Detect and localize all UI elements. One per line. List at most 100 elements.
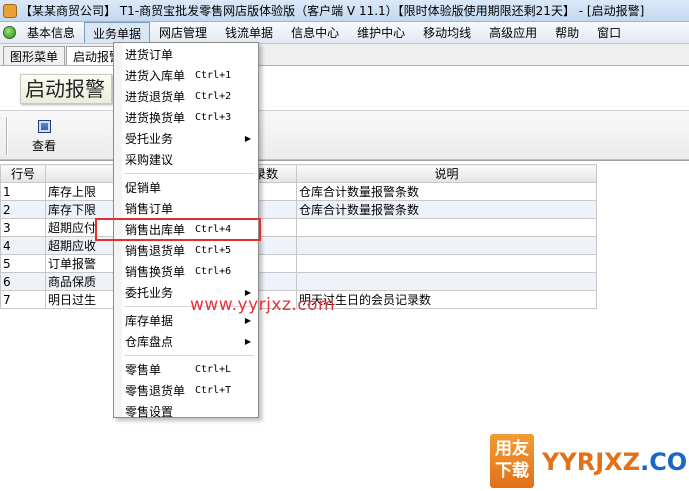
menu-item-sales-exchange[interactable]: 销售换货单 Ctrl+6 (114, 261, 258, 282)
row-description: 明天过生日的会员记录数 (296, 290, 597, 309)
row-name: 商品保质 (45, 272, 120, 291)
logo-wordmark: YYRJXZ.COM (542, 448, 689, 476)
menu-item-purchase-return[interactable]: 进货退货单 Ctrl+2 (114, 86, 258, 107)
menu-item-shortcut: Ctrl+5 (195, 245, 232, 256)
menu-maintenance[interactable]: 维护中心 (348, 22, 414, 43)
menu-item-label: 委托业务 (125, 286, 174, 300)
view-button[interactable]: 查看 (22, 115, 66, 157)
menu-item-label: 进货入库单 (125, 69, 186, 83)
menu-item-label: 采购建议 (125, 153, 174, 167)
menu-item-shortcut: Ctrl+T (195, 385, 232, 396)
app-icon (3, 3, 17, 18)
col-header-description[interactable]: 说明 (296, 164, 597, 183)
table-row[interactable]: 1 库存上限 仓库合计数量报警条数 (0, 182, 597, 201)
view-icon (37, 120, 51, 133)
menu-item-shortcut: Ctrl+L (195, 364, 232, 375)
menu-bar: 基本信息 业务单据 网店管理 钱流单据 信息中心 维护中心 移动均线 高级应用 … (0, 22, 689, 44)
view-button-label: 查看 (31, 139, 56, 153)
business-docs-dropdown: 进货订单 进货入库单 Ctrl+1 进货退货单 Ctrl+2 进货换货单 Ctrl+3… (95, 42, 261, 419)
menu-item-retail-return[interactable]: 零售退货单 Ctrl+T (114, 380, 258, 401)
menu-cash-docs[interactable]: 钱流单据 (216, 22, 282, 43)
menu-item-shortcut: Ctrl+1 (195, 70, 232, 81)
menu-item-label: 进货退货单 (125, 90, 186, 104)
row-number: 4 (0, 236, 46, 255)
table-row[interactable]: 2 库存下限 仓库合计数量报警条数 (0, 200, 597, 219)
menu-item-sales-outbound[interactable]: 销售出库单 Ctrl+4 (95, 218, 261, 241)
row-description: 仓库合计数量报警条数 (296, 200, 597, 219)
menu-advanced[interactable]: 高级应用 (480, 22, 546, 43)
menu-item-shortcut: Ctrl+6 (195, 266, 232, 277)
row-description (296, 254, 597, 273)
page-header: 启动报警 (0, 66, 689, 110)
menu-item-label: 仓库盘点 (125, 335, 174, 349)
row-description (296, 218, 597, 237)
row-description: 仓库合计数量报警条数 (296, 182, 597, 201)
app-logo-icon[interactable] (0, 22, 18, 43)
logo-badge-top: 用友 (495, 439, 529, 459)
menu-item-label: 受托业务 (125, 132, 174, 146)
document-tabs: 图形菜单 启动报警 (0, 44, 689, 66)
menu-item-label: 进货换货单 (125, 111, 186, 125)
menu-mobile[interactable]: 移动均线 (414, 22, 480, 43)
row-description (296, 272, 597, 291)
logo-text-suffix: .COM (640, 448, 689, 476)
menu-item-label: 销售退货单 (125, 244, 186, 258)
col-header-name[interactable] (45, 164, 120, 183)
row-number: 3 (0, 218, 46, 237)
submenu-arrow-icon: ▶ (244, 316, 251, 325)
page-title: 启动报警 (20, 74, 112, 104)
menu-item-retail-settings[interactable]: 零售设置 (114, 401, 258, 422)
menu-item-label: 零售单 (125, 363, 162, 377)
table-row[interactable]: 3 超期应付 (0, 218, 597, 237)
title-bar: 【某某商贸公司】 T1-商贸宝批发零售网店版体验版（客户端 V 11.1）【限时… (0, 0, 689, 22)
menu-info-center[interactable]: 信息中心 (282, 22, 348, 43)
menu-item-label: 销售换货单 (125, 265, 186, 279)
logo-text-main: YYRJXZ (542, 448, 641, 476)
row-number: 5 (0, 254, 46, 273)
menu-item-label: 促销单 (125, 181, 162, 195)
col-header-row-number[interactable]: 行号 (0, 164, 46, 183)
menu-item-label: 销售订单 (125, 202, 174, 216)
table-row[interactable]: 6 商品保质 (0, 272, 597, 291)
tab-graphic-menu[interactable]: 图形菜单 (3, 46, 66, 65)
menu-item-consigned-business[interactable]: 受托业务 ▶ (114, 128, 258, 149)
menu-item-shortcut: Ctrl+3 (195, 112, 232, 123)
menu-item-purchase-suggestion[interactable]: 采购建议 (114, 149, 258, 170)
menu-item-label: 销售出库单 (125, 223, 186, 237)
menu-business-docs[interactable]: 业务单据 (84, 22, 151, 43)
row-number: 2 (0, 200, 46, 219)
menu-item-purchase-exchange[interactable]: 进货换货单 Ctrl+3 (114, 107, 258, 128)
alarm-table: 行号 录数 说明 1 库存上限 仓库合计数量报警条数 2 库存下限 仓库合计数量… (0, 164, 597, 309)
menu-help[interactable]: 帮助 (546, 22, 588, 43)
watermark-text: www.yyrjxz.com (190, 295, 336, 315)
submenu-arrow-icon: ▶ (244, 134, 251, 143)
row-name: 明日过生 (45, 290, 120, 309)
logo-badge-bottom: 下载 (495, 461, 529, 481)
site-logo: 用友 下载 YYRJXZ.COM (490, 434, 689, 488)
toolbar-grip (6, 117, 8, 155)
logo-badge: 用友 下载 (490, 434, 534, 488)
menu-basic-info[interactable]: 基本信息 (18, 22, 84, 43)
row-number: 1 (0, 182, 46, 201)
menu-item-purchase-order[interactable]: 进货订单 (114, 44, 258, 65)
row-number: 6 (0, 272, 46, 291)
submenu-arrow-icon: ▶ (244, 337, 251, 346)
window-title: 【某某商贸公司】 T1-商贸宝批发零售网店版体验版（客户端 V 11.1）【限时… (20, 4, 645, 18)
menu-item-promotion[interactable]: 促销单 (114, 177, 258, 198)
row-number: 7 (0, 290, 46, 309)
row-name: 订单报警 (45, 254, 120, 273)
table-row[interactable]: 4 超期应收 (0, 236, 597, 255)
table-row[interactable]: 5 订单报警 (0, 254, 597, 273)
menu-item-stocktaking[interactable]: 仓库盘点 ▶ (114, 331, 258, 352)
menu-item-label: 零售设置 (125, 405, 174, 419)
menu-item-sales-order[interactable]: 销售订单 (114, 198, 258, 219)
toolbar: 查看 (0, 110, 689, 160)
menu-item-retail-sale[interactable]: 零售单 Ctrl+L (114, 359, 258, 380)
menu-item-purchase-inbound[interactable]: 进货入库单 Ctrl+1 (114, 65, 258, 86)
menu-item-label: 库存单据 (125, 314, 174, 328)
menu-window[interactable]: 窗口 (588, 22, 630, 43)
menu-item-sales-return[interactable]: 销售退货单 Ctrl+5 (114, 240, 258, 261)
row-name: 库存下限 (45, 200, 120, 219)
menu-online-store[interactable]: 网店管理 (150, 22, 216, 43)
table-header-row: 行号 录数 说明 (0, 164, 597, 183)
